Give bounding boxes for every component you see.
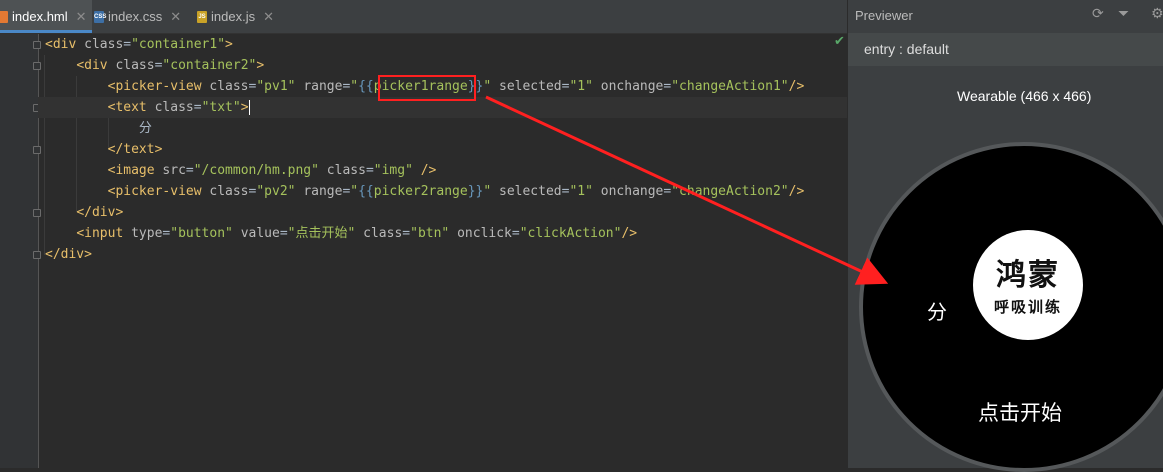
annotation-arrow <box>485 95 889 285</box>
